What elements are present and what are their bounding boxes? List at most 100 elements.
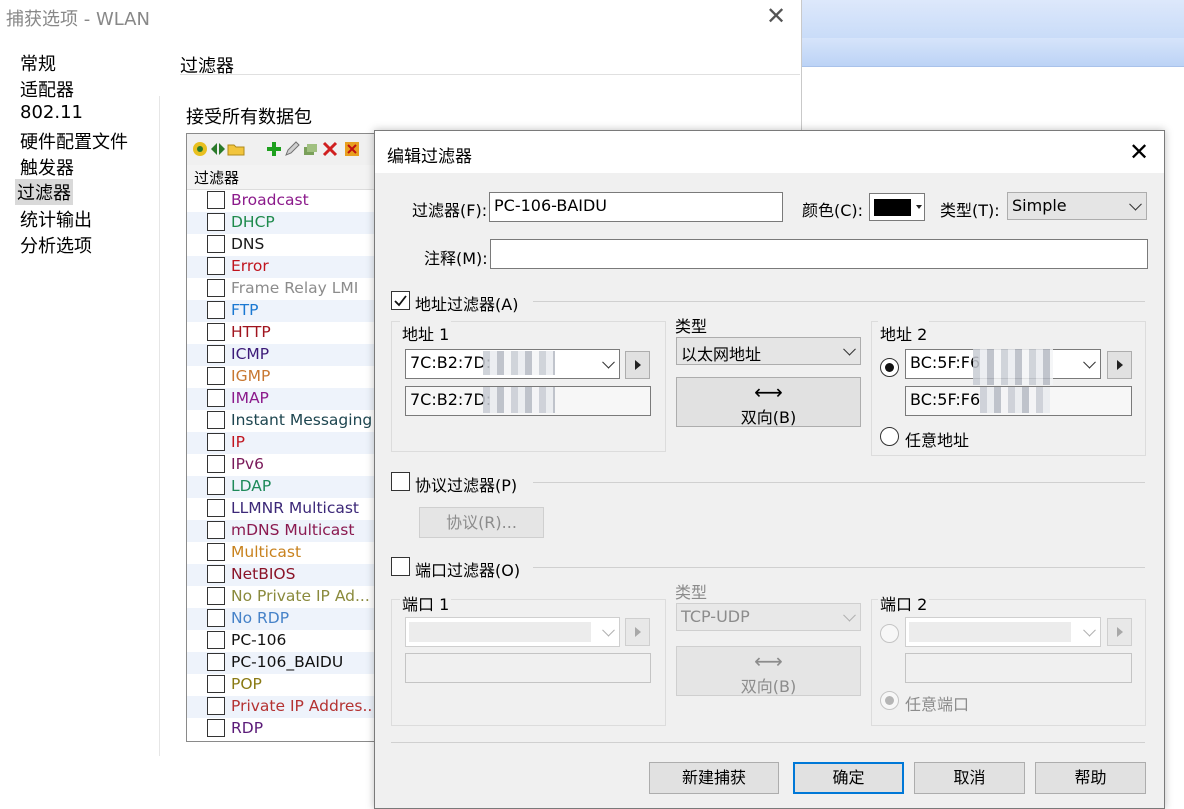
- filter-row[interactable]: DHCP: [187, 212, 387, 234]
- address2-picker-button[interactable]: [1107, 351, 1132, 379]
- filter-checkbox[interactable]: [207, 543, 225, 561]
- cancel-button[interactable]: 取消: [914, 762, 1025, 794]
- address-direction-button[interactable]: ⟷ 双向(B): [676, 377, 861, 427]
- filter-checkbox[interactable]: [207, 257, 225, 275]
- any-port-radio[interactable]: [880, 691, 899, 710]
- nav-item-general[interactable]: 常规: [18, 50, 58, 76]
- filter-row[interactable]: RDP: [187, 718, 387, 740]
- dialog-close-icon[interactable]: ✕: [1127, 140, 1151, 164]
- port-filter-checkbox[interactable]: [391, 557, 410, 576]
- filter-row[interactable]: FTP: [187, 300, 387, 322]
- filter-row[interactable]: PC-106_BAIDU: [187, 652, 387, 674]
- nav-item-hardware-profile[interactable]: 硬件配置文件: [18, 128, 130, 154]
- filter-row[interactable]: mDNS Multicast: [187, 520, 387, 542]
- port-type-select[interactable]: TCP-UDP: [676, 603, 861, 631]
- nav-item-analysis-options[interactable]: 分析选项: [18, 232, 94, 258]
- filter-row[interactable]: IMAP: [187, 388, 387, 410]
- delete-icon[interactable]: [321, 140, 339, 158]
- filter-row[interactable]: NetBIOS: [187, 564, 387, 586]
- port2-select[interactable]: [905, 617, 1101, 647]
- filter-checkbox[interactable]: [207, 499, 225, 517]
- add-icon[interactable]: [265, 140, 283, 158]
- filter-checkbox[interactable]: [207, 213, 225, 231]
- filter-row[interactable]: Error: [187, 256, 387, 278]
- filter-row[interactable]: No RDP: [187, 608, 387, 630]
- close-icon[interactable]: ✕: [764, 4, 788, 28]
- filter-checkbox[interactable]: [207, 301, 225, 319]
- filter-checkbox[interactable]: [207, 389, 225, 407]
- port2-picker-button[interactable]: [1107, 618, 1132, 646]
- filter-checkbox[interactable]: [207, 587, 225, 605]
- nav-item-statistics-output[interactable]: 统计输出: [18, 206, 94, 232]
- expand-icon[interactable]: [209, 140, 227, 158]
- filter-column-header[interactable]: 过滤器: [187, 165, 387, 190]
- filter-row[interactable]: Private IP Addres...: [187, 696, 387, 718]
- filter-checkbox[interactable]: [207, 279, 225, 297]
- filter-row[interactable]: LLMNR Multicast: [187, 498, 387, 520]
- filter-checkbox[interactable]: [207, 653, 225, 671]
- address1-picker-button[interactable]: [625, 351, 650, 379]
- filter-row[interactable]: IGMP: [187, 366, 387, 388]
- filter-row[interactable]: Multicast: [187, 542, 387, 564]
- new-capture-button[interactable]: 新建捕获: [649, 762, 779, 794]
- ok-button[interactable]: 确定: [793, 762, 904, 794]
- filter-row[interactable]: HTTP: [187, 322, 387, 344]
- filter-checkbox[interactable]: [207, 631, 225, 649]
- filter-name-input[interactable]: PC-106-BAIDU: [489, 192, 783, 222]
- filter-checkbox[interactable]: [207, 455, 225, 473]
- filter-checkbox[interactable]: [207, 719, 225, 737]
- filter-checkbox[interactable]: [207, 411, 225, 429]
- help-button[interactable]: 帮助: [1035, 762, 1146, 794]
- filter-row[interactable]: ICMP: [187, 344, 387, 366]
- filter-checkbox[interactable]: [207, 565, 225, 583]
- filter-row[interactable]: LDAP: [187, 476, 387, 498]
- port-direction-button[interactable]: ⟷ 双向(B): [676, 646, 861, 696]
- port2-input[interactable]: [905, 653, 1132, 683]
- edit-icon[interactable]: [283, 140, 301, 158]
- filter-row[interactable]: DNS: [187, 234, 387, 256]
- filter-checkbox[interactable]: [207, 367, 225, 385]
- nav-item-80211[interactable]: 802.11: [18, 102, 85, 123]
- address-type-select[interactable]: 以太网地址: [676, 337, 861, 365]
- filter-checkbox[interactable]: [207, 609, 225, 627]
- type-select[interactable]: Simple: [1007, 192, 1147, 220]
- filter-row[interactable]: Broadcast: [187, 190, 387, 212]
- filter-checkbox[interactable]: [207, 675, 225, 693]
- filter-checkbox[interactable]: [207, 323, 225, 341]
- port1-input[interactable]: [405, 653, 651, 683]
- comment-input[interactable]: [490, 239, 1148, 269]
- duplicate-icon[interactable]: [301, 140, 319, 158]
- filter-row[interactable]: Instant Messaging: [187, 410, 387, 432]
- nav-item-triggers[interactable]: 触发器: [18, 154, 76, 180]
- dialog-title: 编辑过滤器: [387, 147, 472, 167]
- filter-checkbox[interactable]: [207, 345, 225, 363]
- filter-checkbox[interactable]: [207, 235, 225, 253]
- filter-row[interactable]: Frame Relay LMI: [187, 278, 387, 300]
- nav-item-adapter[interactable]: 适配器: [18, 76, 76, 102]
- filter-checkbox[interactable]: [207, 697, 225, 715]
- filter-checkbox[interactable]: [207, 433, 225, 451]
- filter-name: LLMNR Multicast: [231, 499, 359, 517]
- filter-row[interactable]: POP: [187, 674, 387, 696]
- filter-row[interactable]: IP: [187, 432, 387, 454]
- disable-icon[interactable]: [343, 140, 361, 158]
- filter-checkbox[interactable]: [207, 521, 225, 539]
- folder-icon[interactable]: [227, 140, 245, 158]
- any-address-radio[interactable]: [880, 427, 899, 446]
- filter-row[interactable]: PC-106: [187, 630, 387, 652]
- port2-specific-radio[interactable]: [880, 624, 899, 643]
- address-filter-checkbox[interactable]: [391, 291, 410, 310]
- filter-row[interactable]: No Private IP Ad...: [187, 586, 387, 608]
- protocol-button[interactable]: 协议(R)...: [419, 507, 544, 538]
- select-all-icon[interactable]: [191, 140, 209, 158]
- background-ribbon: [801, 38, 1184, 67]
- color-picker[interactable]: [869, 193, 925, 221]
- port1-select[interactable]: [405, 617, 620, 647]
- port1-picker-button[interactable]: [625, 618, 650, 646]
- protocol-filter-checkbox[interactable]: [391, 472, 410, 491]
- address2-specific-radio[interactable]: [880, 358, 899, 377]
- filter-checkbox[interactable]: [207, 477, 225, 495]
- filter-row[interactable]: IPv6: [187, 454, 387, 476]
- nav-item-filters[interactable]: 过滤器: [15, 179, 73, 205]
- filter-checkbox[interactable]: [207, 191, 225, 209]
